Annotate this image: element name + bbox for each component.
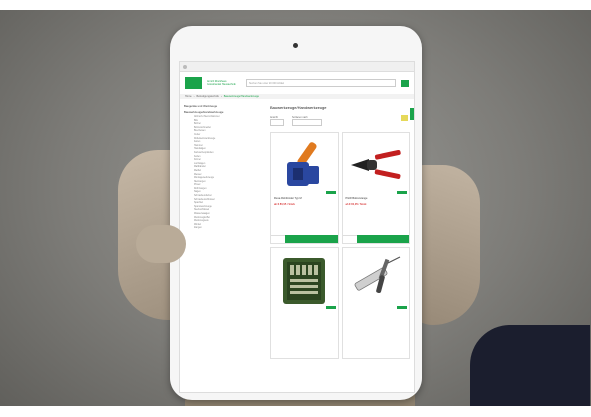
dark-sleeve — [470, 325, 590, 417]
caulking-gun-icon — [354, 256, 401, 294]
sidebar-item[interactable]: Zangen — [184, 227, 262, 231]
stock-badge — [397, 306, 407, 309]
breadcrumb-separator: › — [193, 95, 195, 98]
product-image[interactable] — [343, 133, 410, 197]
site-header: Anrich Rinckhaus Grosshandel Haustechnik… — [180, 72, 414, 94]
stock-badge — [397, 191, 407, 194]
add-to-cart-button[interactable] — [285, 235, 338, 243]
side-tab-button[interactable] — [410, 108, 414, 120]
view-control[interactable]: Ansicht — [270, 116, 284, 126]
tablet-screen: Anrich Rinckhaus Grosshandel Haustechnik… — [179, 61, 415, 393]
breadcrumb-item[interactable]: Home — [185, 95, 192, 98]
product-price: ab € 84,95 / Stück — [345, 203, 367, 206]
quantity-field[interactable] — [342, 235, 357, 243]
left-thumb — [136, 225, 186, 263]
stock-badge — [325, 191, 336, 194]
product-price: ab € 89,95 / Stück — [274, 203, 295, 206]
breadcrumb-item[interactable]: Befestigungstechnik — [197, 95, 219, 98]
stock-badge — [325, 306, 336, 309]
sidebar-category[interactable]: Bauwerkzeuge/Handwerkzeuge — [184, 110, 262, 114]
page-title: Bauwerkzeuge/Handwerkzeuge — [270, 105, 327, 110]
browser-bar — [180, 62, 414, 72]
product-price — [271, 312, 338, 318]
product-image[interactable] — [343, 248, 410, 312]
category-sidebar: Baugeräte und Werkzeuge Bauwerkzeuge/Han… — [180, 99, 266, 362]
bottom-border — [0, 406, 591, 417]
list-controls: Ansicht Sortieren nach — [270, 116, 410, 126]
browser-icon — [183, 64, 187, 69]
logo[interactable] — [185, 77, 202, 89]
product-image[interactable] — [271, 133, 338, 197]
product-price — [343, 312, 410, 318]
sort-control[interactable]: Sortieren nach — [292, 116, 322, 126]
add-to-cart-button[interactable] — [356, 235, 409, 243]
search-input[interactable]: Suchen Sie unter 20 000 Artikel — [246, 79, 396, 87]
logo-text: Anrich Rinckhaus Grosshandel Haustechnik — [207, 80, 236, 86]
product-card[interactable] — [341, 247, 410, 359]
front-camera-icon — [293, 43, 298, 48]
product-area: Bauwerkzeuge/Handwerkzeuge Ansicht Sorti… — [266, 99, 414, 362]
breadcrumb-separator: › — [220, 95, 222, 98]
product-card[interactable]: Flexa Rohrbinder Typ M ab € 89,95 / Stüc… — [270, 132, 339, 244]
pliers-icon — [350, 150, 401, 179]
crimping-tool-icon — [287, 141, 320, 186]
sort-select[interactable] — [292, 119, 322, 126]
tool-set-icon — [283, 258, 326, 304]
product-image[interactable] — [271, 248, 338, 312]
tablet-device: Anrich Rinckhaus Grosshandel Haustechnik… — [170, 26, 422, 400]
sidebar-category[interactable]: Baugeräte und Werkzeuge — [184, 104, 262, 108]
cart-row — [342, 235, 409, 243]
breadcrumb-current: Bauwerkzeuge/Handwerkzeuge — [223, 95, 260, 98]
quantity-field[interactable] — [271, 235, 285, 243]
photo-scene: Anrich Rinckhaus Grosshandel Haustechnik… — [0, 0, 591, 417]
side-tab-secondary[interactable] — [401, 115, 408, 121]
view-toggle[interactable] — [270, 119, 284, 126]
page-content: Baugeräte und Werkzeuge Bauwerkzeuge/Han… — [180, 99, 414, 362]
sidebar-list: Abbruch-/Stemmhämmer Bits Bohrer Bolzens… — [184, 116, 262, 231]
cart-row — [271, 235, 338, 243]
product-card[interactable]: PGW Bolzenzange ab € 84,95 / Stück — [341, 132, 410, 244]
product-grid: Flexa Rohrbinder Typ M ab € 89,95 / Stüc… — [270, 132, 410, 359]
search-button[interactable] — [401, 79, 409, 87]
top-border — [0, 0, 591, 10]
product-card[interactable] — [270, 247, 339, 359]
